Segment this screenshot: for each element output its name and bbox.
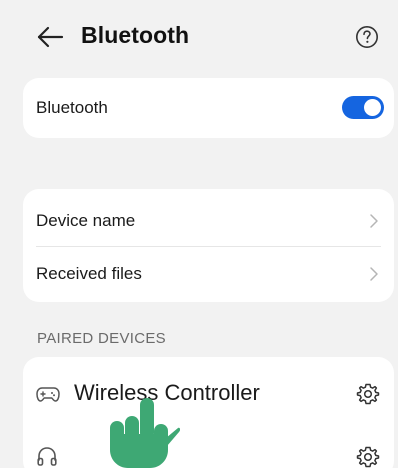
gamepad-icon: [36, 387, 60, 402]
device-name-label: Device name: [36, 211, 136, 230]
paired-device-name: Wireless Controller: [74, 380, 260, 405]
chevron-right-icon: [370, 214, 378, 228]
page-title: Bluetooth: [81, 22, 190, 48]
paired-devices-header: PAIRED DEVICES: [37, 330, 166, 347]
paired-device-row[interactable]: Wireless Controller: [23, 357, 394, 429]
paired-devices-card: Wireless Controller: [23, 357, 394, 468]
bluetooth-label: Bluetooth: [36, 98, 108, 117]
gear-icon[interactable]: [356, 382, 380, 406]
toggle-knob: [364, 99, 381, 116]
chevron-right-icon: [370, 267, 378, 281]
device-settings-card: Device name Received files: [23, 189, 394, 302]
header: Bluetooth: [0, 0, 398, 76]
bluetooth-settings-screen: Bluetooth Bluetooth Device name Received…: [0, 0, 398, 468]
help-button[interactable]: [355, 25, 379, 49]
paired-device-row[interactable]: [23, 429, 394, 468]
arrow-left-icon: [37, 26, 64, 48]
device-name-row[interactable]: Device name: [23, 189, 394, 246]
question-circle-icon: [356, 26, 378, 48]
bluetooth-card: Bluetooth: [23, 78, 394, 138]
gear-icon[interactable]: [356, 445, 380, 468]
bluetooth-toggle[interactable]: [342, 96, 384, 119]
headphones-icon: [37, 447, 57, 466]
back-button[interactable]: [36, 24, 64, 50]
received-files-row[interactable]: Received files: [23, 247, 394, 302]
received-files-label: Received files: [36, 264, 142, 283]
